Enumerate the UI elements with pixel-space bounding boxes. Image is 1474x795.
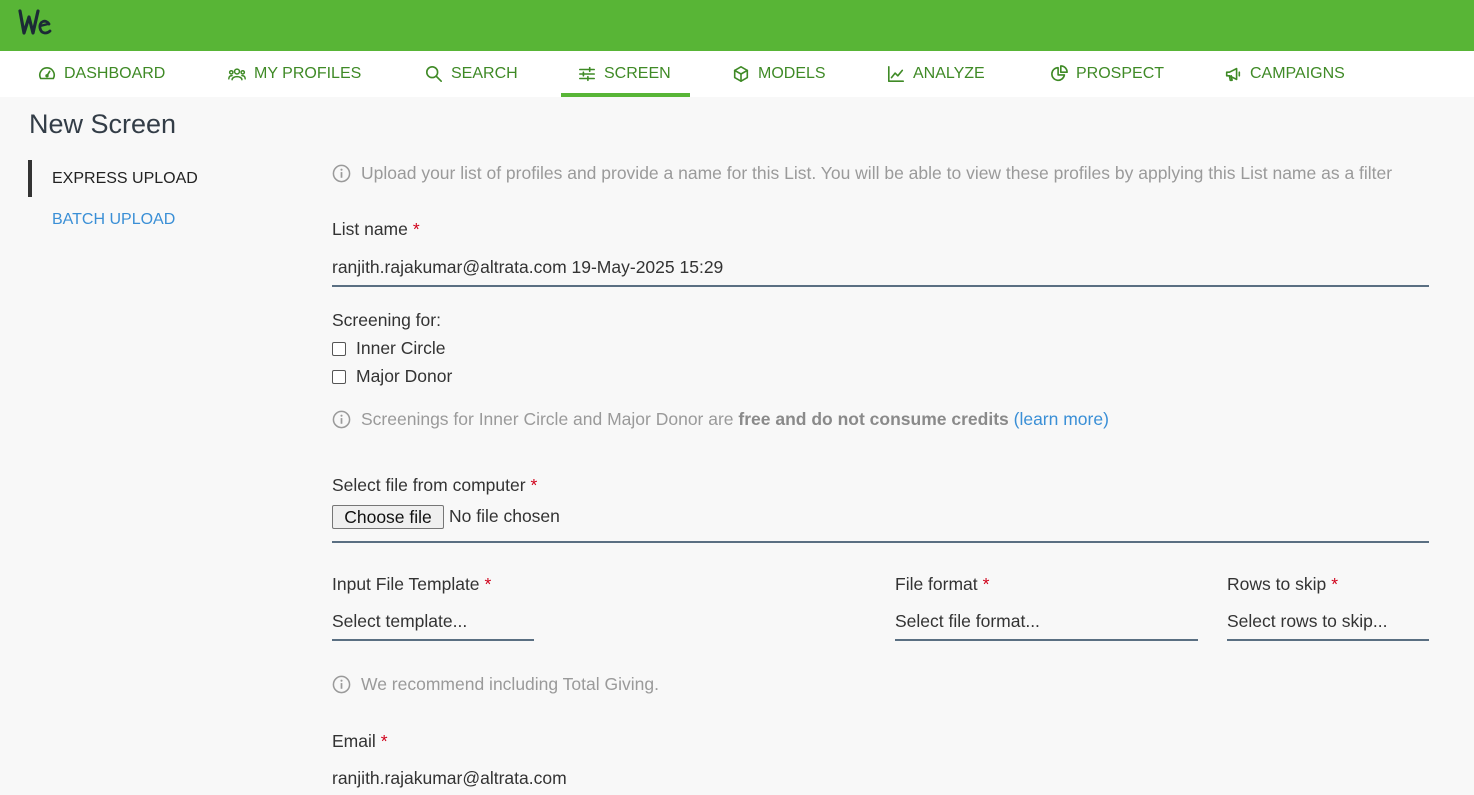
required-marker: * [380, 731, 388, 751]
nav-campaigns-label: CAMPAIGNS [1250, 65, 1345, 82]
recommend-info-text: We recommend including Total Giving. [361, 674, 659, 694]
format-underline [895, 639, 1198, 641]
rows-label: Rows to skip * [1227, 574, 1338, 595]
dashboard-gauge-icon [39, 67, 55, 80]
template-label: Input File Template * [332, 574, 491, 595]
nav-my-profiles-label: MY PROFILES [254, 65, 362, 82]
template-label-text: Input File Template [332, 574, 480, 594]
inner-circle-label: Inner Circle [356, 338, 446, 358]
format-label-text: File format [895, 574, 978, 594]
format-label: File format * [895, 574, 989, 595]
we-logo-icon[interactable] [18, 7, 52, 39]
users-icon [228, 68, 246, 81]
nav-models-label: MODELS [758, 65, 826, 82]
major-donor-option[interactable]: Major Donor [332, 366, 452, 387]
upload-info: Upload your list of profiles and provide… [332, 163, 1392, 184]
file-label-text: Select file from computer [332, 475, 526, 495]
major-donor-label: Major Donor [356, 366, 453, 386]
info-icon [332, 410, 351, 429]
nav-my-profiles[interactable]: MY PROFILES [228, 51, 361, 97]
screening-info-bold: free and do not consume credits [738, 409, 1009, 429]
major-donor-checkbox[interactable] [332, 369, 346, 384]
top-bar [0, 0, 1474, 51]
nav-dashboard-label: DASHBOARD [64, 65, 166, 82]
cube-icon [733, 65, 749, 83]
pie-chart-icon [1051, 65, 1068, 82]
rows-label-text: Rows to skip [1227, 574, 1327, 594]
recommend-info: We recommend including Total Giving. [332, 674, 659, 695]
required-marker: * [530, 475, 538, 495]
nav-models[interactable]: MODELS [732, 51, 826, 97]
nav-prospect-label: PROSPECT [1076, 65, 1165, 82]
sidebar-active-indicator [28, 160, 32, 197]
main-nav: DASHBOARD MY PROFILES SEARCH SCREEN MODE… [0, 51, 1474, 97]
template-select[interactable]: Select template... [332, 611, 467, 632]
nav-search-label: SEARCH [451, 65, 518, 82]
list-name-label-text: List name [332, 219, 408, 239]
nav-dashboard[interactable]: DASHBOARD [38, 51, 165, 97]
info-icon [332, 164, 351, 183]
nav-campaigns[interactable]: CAMPAIGNS [1224, 51, 1345, 97]
email-label: Email * [332, 731, 388, 752]
file-underline [332, 541, 1429, 543]
screening-info: Screenings for Inner Circle and Major Do… [332, 409, 1109, 430]
nav-analyze-label: ANALYZE [913, 65, 985, 82]
screening-info-prefix: Screenings for Inner Circle and Major Do… [361, 409, 734, 429]
format-select[interactable]: Select file format... [895, 611, 1040, 632]
inner-circle-option[interactable]: Inner Circle [332, 338, 445, 359]
email-input[interactable]: ranjith.rajakumar@altrata.com [332, 768, 567, 789]
nav-search[interactable]: SEARCH [425, 51, 518, 97]
list-name-underline [332, 285, 1429, 287]
required-marker: * [1331, 574, 1339, 594]
file-label: Select file from computer * [332, 475, 537, 496]
template-underline [332, 639, 534, 641]
page-title: New Screen [29, 109, 177, 139]
sidebar-item-batch-upload[interactable]: BATCH UPLOAD [52, 211, 175, 229]
sidebar-item-express-upload[interactable]: EXPRESS UPLOAD [52, 170, 198, 188]
rows-underline [1227, 639, 1429, 641]
nav-analyze[interactable]: ANALYZE [887, 51, 985, 97]
megaphone-icon [1225, 67, 1241, 82]
required-marker: * [412, 219, 420, 239]
inner-circle-checkbox[interactable] [332, 341, 346, 356]
learn-more-link[interactable]: (learn more) [1014, 409, 1109, 429]
required-marker: * [982, 574, 990, 594]
required-marker: * [484, 574, 492, 594]
email-label-text: Email [332, 731, 376, 751]
info-icon [332, 675, 351, 694]
choose-file-button[interactable]: Choose file [332, 505, 444, 529]
screening-label: Screening for: [332, 310, 441, 330]
no-file-status: No file chosen [449, 506, 560, 526]
nav-prospect[interactable]: PROSPECT [1050, 51, 1164, 97]
nav-screen-label: SCREEN [604, 65, 671, 82]
upload-info-text: Upload your list of profiles and provide… [361, 163, 1393, 183]
sliders-icon [578, 66, 596, 82]
search-icon [425, 65, 443, 83]
rows-select[interactable]: Select rows to skip... [1227, 611, 1387, 632]
list-name-label: List name * [332, 219, 420, 240]
screening-info-text: Screenings for Inner Circle and Major Do… [361, 409, 1109, 430]
nav-screen[interactable]: SCREEN [561, 51, 690, 97]
line-chart-icon [887, 65, 905, 83]
list-name-input[interactable]: ranjith.rajakumar@altrata.com 19-May-202… [332, 257, 723, 278]
